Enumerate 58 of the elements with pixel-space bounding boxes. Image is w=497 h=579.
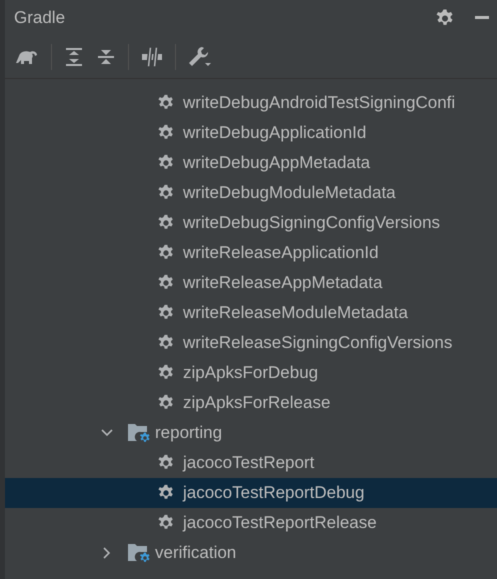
- gear-icon: [157, 214, 175, 232]
- task-label: writeDebugSigningConfigVersions: [183, 213, 440, 233]
- task-label: zipApksForRelease: [183, 393, 330, 413]
- chevron-down-icon[interactable]: [101, 427, 113, 439]
- gear-icon: [157, 274, 175, 292]
- gear-icon: [157, 394, 175, 412]
- tree-row[interactable]: writeDebugApplicationId: [5, 118, 497, 148]
- wrench-icon[interactable]: [188, 46, 212, 68]
- tree-row[interactable]: zipApksForRelease: [5, 388, 497, 418]
- folder-gear-icon: [127, 542, 151, 564]
- task-label: writeDebugApplicationId: [183, 123, 366, 143]
- folder-label: reporting: [155, 423, 222, 443]
- elephant-icon[interactable]: [15, 48, 39, 66]
- task-label: jacocoTestReport: [183, 453, 314, 473]
- gear-icon: [157, 244, 175, 262]
- gear-icon: [157, 124, 175, 142]
- offline-mode-icon[interactable]: [141, 47, 163, 67]
- tree-row[interactable]: jacocoTestReport: [5, 448, 497, 478]
- task-label: jacocoTestReportDebug: [183, 483, 364, 503]
- tree-row[interactable]: writeReleaseApplicationId: [5, 238, 497, 268]
- chevron-right-icon[interactable]: [101, 547, 113, 559]
- tree-row[interactable]: writeReleaseSigningConfigVersions: [5, 328, 497, 358]
- task-label: writeReleaseModuleMetadata: [183, 303, 408, 323]
- gear-icon: [157, 304, 175, 322]
- tree-row[interactable]: writeReleaseAppMetadata: [5, 268, 497, 298]
- gear-icon: [157, 514, 175, 532]
- tree-row[interactable]: writeDebugModuleMetadata: [5, 178, 497, 208]
- tree-row[interactable]: writeDebugSigningConfigVersions: [5, 208, 497, 238]
- task-label: zipApksForDebug: [183, 363, 318, 383]
- task-label: writeReleaseAppMetadata: [183, 273, 382, 293]
- task-label: writeDebugAppMetadata: [183, 153, 370, 173]
- task-label: writeReleaseSigningConfigVersions: [183, 333, 452, 353]
- settings-icon[interactable]: [435, 8, 455, 28]
- gear-icon: [157, 184, 175, 202]
- tree-row[interactable]: writeDebugAppMetadata: [5, 148, 497, 178]
- folder-label: verification: [155, 543, 236, 563]
- tree-row[interactable]: writeReleaseModuleMetadata: [5, 298, 497, 328]
- folder-gear-icon: [127, 422, 151, 444]
- task-label: writeReleaseApplicationId: [183, 243, 379, 263]
- tree-row[interactable]: writeDebugAndroidTestSigningConfi: [5, 88, 497, 118]
- task-label: jacocoTestReportRelease: [183, 513, 377, 533]
- tree-row[interactable]: reporting: [5, 418, 497, 448]
- gear-icon: [157, 484, 175, 502]
- gear-icon: [157, 364, 175, 382]
- gear-icon: [157, 454, 175, 472]
- tree-row[interactable]: jacocoTestReportRelease: [5, 508, 497, 538]
- gear-icon: [157, 94, 175, 112]
- gear-icon: [157, 334, 175, 352]
- expand-all-icon[interactable]: [64, 47, 84, 67]
- task-label: writeDebugAndroidTestSigningConfi: [183, 93, 456, 113]
- minimize-icon[interactable]: [475, 16, 489, 20]
- task-label: writeDebugModuleMetadata: [183, 183, 396, 203]
- collapse-all-icon[interactable]: [96, 47, 116, 67]
- tree-row[interactable]: zipApksForDebug: [5, 358, 497, 388]
- gear-icon: [157, 154, 175, 172]
- tree-row[interactable]: jacocoTestReportDebug: [5, 478, 497, 508]
- panel-title: Gradle: [14, 8, 66, 28]
- tree-row[interactable]: verification: [5, 538, 497, 568]
